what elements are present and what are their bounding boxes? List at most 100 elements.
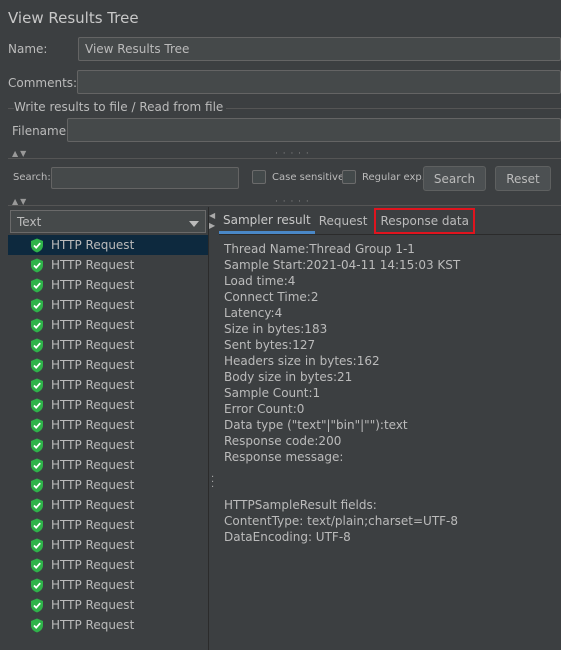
comments-field[interactable]	[77, 70, 561, 94]
tree-item-label: HTTP Request	[51, 238, 135, 252]
tree-item[interactable]: HTTP Request	[8, 435, 208, 455]
success-shield-icon	[31, 618, 43, 632]
result-line: Sample Count:1	[224, 386, 321, 400]
result-line: HTTPSampleResult fields:	[224, 498, 377, 512]
result-line	[224, 481, 460, 497]
success-shield-icon	[31, 558, 43, 572]
tree-item[interactable]: HTTP Request	[8, 415, 208, 435]
tree-item[interactable]: HTTP Request	[8, 395, 208, 415]
regex-label: Regular exp.	[362, 172, 425, 183]
success-shield-icon	[31, 438, 43, 452]
tab-sampler-result[interactable]: Sampler result	[219, 208, 315, 234]
sampler-result-text: Thread Name:Thread Group 1-1 Sample Start…	[224, 241, 460, 545]
file-section-title: Write results to file / Read from file	[14, 100, 227, 114]
tree-item[interactable]: HTTP Request	[8, 375, 208, 395]
success-shield-icon	[31, 538, 43, 552]
tree-item[interactable]: HTTP Request	[8, 355, 208, 375]
tree-item[interactable]: HTTP Request	[8, 235, 208, 255]
success-shield-icon	[31, 398, 43, 412]
success-shield-icon	[31, 258, 43, 272]
success-shield-icon	[31, 358, 43, 372]
tree-item-label: HTTP Request	[51, 398, 135, 412]
result-line: Headers size in bytes:162	[224, 354, 380, 368]
name-label: Name:	[8, 42, 48, 56]
tree-item-label: HTTP Request	[51, 358, 135, 372]
result-tabs: Sampler result Request Response data	[219, 208, 475, 234]
success-shield-icon	[31, 478, 43, 492]
result-line: Sent bytes:127	[224, 338, 316, 352]
tree-item-label: HTTP Request	[51, 598, 135, 612]
tab-request[interactable]: Request	[315, 208, 372, 234]
tree-item[interactable]: HTTP Request	[8, 475, 208, 495]
tree-item-label: HTTP Request	[51, 478, 135, 492]
result-line: ContentType: text/plain;charset=UTF-8	[224, 514, 459, 528]
tree-item-label: HTTP Request	[51, 558, 135, 572]
tree-item-label: HTTP Request	[51, 458, 135, 472]
success-shield-icon	[31, 578, 43, 592]
split-arrows-icon[interactable]: ◀ ▶	[209, 211, 215, 231]
success-shield-icon	[31, 598, 43, 612]
tree-item[interactable]: HTTP Request	[8, 555, 208, 575]
filename-field[interactable]	[67, 118, 561, 142]
result-line: Response code:200	[224, 434, 342, 448]
results-tree: HTTP Request HTTP Request HTTP Request HTTP…	[8, 235, 208, 635]
tree-item[interactable]: HTTP Request	[8, 455, 208, 475]
tree-item[interactable]: HTTP Request	[8, 335, 208, 355]
tree-item[interactable]: HTTP Request	[8, 495, 208, 515]
tab-underline	[219, 234, 561, 235]
tree-item-label: HTTP Request	[51, 538, 135, 552]
reset-button[interactable]: Reset	[495, 166, 551, 191]
tree-item[interactable]: HTTP Request	[8, 615, 208, 635]
success-shield-icon	[31, 238, 43, 252]
tree-item[interactable]: HTTP Request	[8, 315, 208, 335]
tree-item[interactable]: HTTP Request	[8, 535, 208, 555]
collapse-arrows-icon[interactable]: ▲▼	[12, 149, 28, 158]
divider-2	[8, 205, 561, 206]
success-shield-icon	[31, 518, 43, 532]
result-line: Latency:4	[224, 306, 283, 320]
tree-item-label: HTTP Request	[51, 438, 135, 452]
result-line: Size in bytes:183	[224, 322, 328, 336]
tree-item-label: HTTP Request	[51, 278, 135, 292]
success-shield-icon	[31, 298, 43, 312]
renderer-select-value: Text	[17, 214, 42, 229]
result-line: Error Count:0	[224, 402, 305, 416]
search-label: Search:	[13, 172, 51, 183]
tree-item-label: HTTP Request	[51, 318, 135, 332]
tree-item[interactable]: HTTP Request	[8, 575, 208, 595]
result-line: Sample Start:2021-04-11 14:15:03 KST	[224, 258, 461, 272]
filename-label: Filename	[12, 124, 67, 138]
tree-item[interactable]: HTTP Request	[8, 595, 208, 615]
tree-item-label: HTTP Request	[51, 378, 135, 392]
tree-item[interactable]: HTTP Request	[8, 515, 208, 535]
split-pane-divider[interactable]: ◀ ▶ · · ·	[208, 207, 217, 650]
tree-item-label: HTTP Request	[51, 258, 135, 272]
comments-label: Comments:	[8, 76, 78, 90]
search-input[interactable]	[51, 167, 239, 189]
search-button[interactable]: Search	[423, 166, 486, 191]
success-shield-icon	[31, 498, 43, 512]
result-line: DataEncoding: UTF-8	[224, 530, 351, 544]
drag-handle-icon[interactable]: · · ·	[211, 473, 214, 493]
tab-response-data[interactable]: Response data	[374, 208, 475, 234]
case-sensitive-label: Case sensitive	[272, 172, 345, 183]
tree-item[interactable]: HTTP Request	[8, 295, 208, 315]
tree-item-label: HTTP Request	[51, 618, 135, 632]
tree-item-label: HTTP Request	[51, 498, 135, 512]
tree-item[interactable]: HTTP Request	[8, 275, 208, 295]
tree-item-label: HTTP Request	[51, 578, 135, 592]
name-field[interactable]: View Results Tree	[78, 37, 561, 61]
result-line: Load time:4	[224, 274, 296, 288]
divider	[8, 158, 561, 159]
tree-item[interactable]: HTTP Request	[8, 255, 208, 275]
success-shield-icon	[31, 378, 43, 392]
result-line: Data type ("text"|"bin"|""):text	[224, 418, 408, 432]
case-sensitive-checkbox[interactable]	[252, 170, 266, 184]
regex-checkbox[interactable]	[342, 170, 356, 184]
tree-item-label: HTTP Request	[51, 418, 135, 432]
renderer-select[interactable]: Text	[10, 210, 206, 233]
success-shield-icon	[31, 338, 43, 352]
panel-title: View Results Tree	[8, 9, 139, 27]
success-shield-icon	[31, 458, 43, 472]
tree-item-label: HTTP Request	[51, 338, 135, 352]
